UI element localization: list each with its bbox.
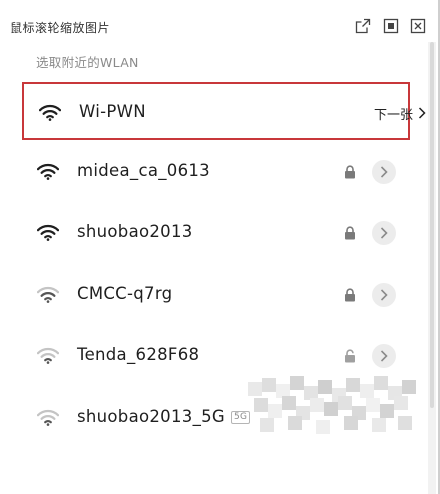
wlan-name: shuobao2013_5G 5G	[77, 407, 251, 426]
wifi-weak-icon	[37, 347, 59, 364]
wifi-strong-icon	[39, 104, 61, 121]
chevron-right-icon	[380, 289, 388, 301]
details-button[interactable]	[372, 283, 396, 307]
section-title: 选取附近的WLAN	[36, 55, 139, 70]
wlan-name: Wi-PWN	[79, 102, 146, 121]
chevron-right-icon	[380, 350, 388, 362]
lock-icon	[344, 226, 356, 240]
wifi-weak-icon	[37, 286, 59, 303]
wlan-name: Tenda_628F68	[77, 345, 200, 364]
details-button[interactable]	[372, 160, 396, 184]
popout-icon[interactable]	[355, 18, 371, 34]
next-image-label[interactable]: 下一张	[374, 104, 413, 123]
chevron-right-icon[interactable]	[418, 107, 426, 119]
wlan-name: midea_ca_0613	[77, 161, 210, 180]
wifi-strong-icon	[37, 224, 59, 241]
wlan-name-text: shuobao2013_5G	[77, 407, 226, 426]
window-title: 鼠标滚轮缩放图片	[10, 21, 111, 35]
lock-icon	[344, 288, 356, 302]
close-icon[interactable]	[410, 18, 426, 34]
chevron-right-icon	[380, 227, 388, 239]
scrollbar-thumb[interactable]	[430, 42, 434, 408]
wifi-strong-icon	[37, 163, 59, 180]
wlan-item-cmcc[interactable]: CMCC-q7rg	[22, 266, 410, 324]
details-button[interactable]	[372, 221, 396, 245]
chevron-right-icon	[380, 166, 388, 178]
lock-icon	[344, 349, 356, 363]
pixelated-overlay	[248, 376, 418, 434]
wlan-item-wi-pwn[interactable]: Wi-PWN 下一张	[22, 82, 426, 140]
wlan-item-shuobao2013[interactable]: shuobao2013	[22, 204, 410, 262]
lock-icon	[344, 165, 356, 179]
title-bar: 鼠标滚轮缩放图片	[0, 0, 440, 46]
wlan-name: shuobao2013	[77, 222, 193, 241]
details-button[interactable]	[372, 344, 396, 368]
wlan-item-midea[interactable]: midea_ca_0613	[22, 143, 410, 201]
wlan-name: CMCC-q7rg	[77, 284, 173, 303]
maximize-icon[interactable]	[383, 18, 399, 34]
wifi-weak-icon	[37, 409, 59, 426]
